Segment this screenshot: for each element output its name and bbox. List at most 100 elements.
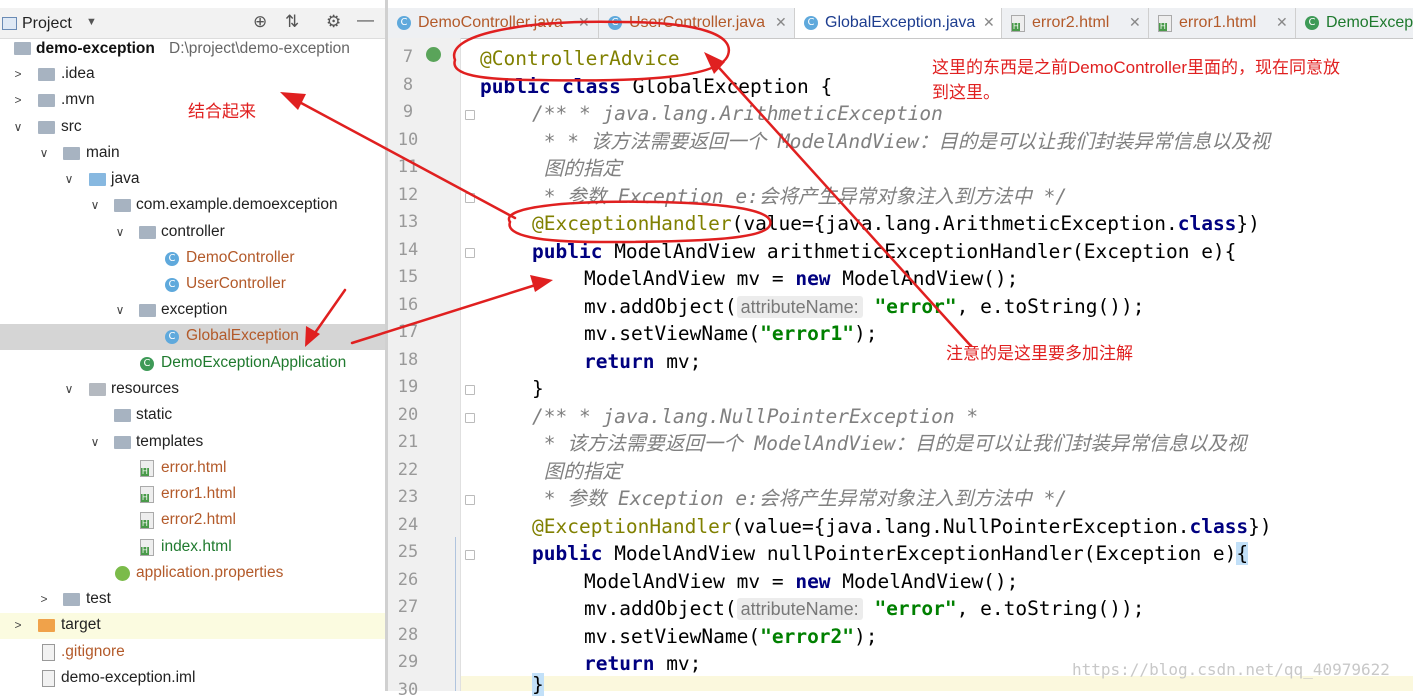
- tree-item-main[interactable]: ∨ main: [0, 141, 385, 167]
- folder-icon: [63, 593, 80, 606]
- tree-item-usercontroller[interactable]: C UserController: [0, 272, 385, 298]
- tree-item-label: com.example.demoexception: [136, 196, 338, 213]
- code-line-9: /** * java.lang.ArithmeticException: [532, 102, 943, 125]
- tree-item-templates[interactable]: ∨ templates: [0, 430, 385, 456]
- resources-folder-icon: [89, 383, 106, 396]
- chevron-down-icon[interactable]: ∨: [38, 146, 50, 160]
- tree-item-label: index.html: [161, 538, 232, 555]
- excluded-folder-icon: [38, 619, 55, 632]
- line-number: 18: [397, 350, 419, 370]
- gear-icon[interactable]: ⚙: [326, 12, 341, 32]
- tree-item-label: static: [136, 406, 173, 423]
- code-editor[interactable]: @ControllerAdvice public class GlobalExc…: [461, 38, 1413, 696]
- tab-label: GlobalException.java: [825, 14, 976, 31]
- folder-icon: [63, 147, 80, 160]
- spring-bean-gutter-icon[interactable]: [426, 47, 441, 62]
- html-file-icon: [1011, 15, 1025, 32]
- close-icon[interactable]: ✕: [775, 14, 787, 31]
- tree-item-gitignore[interactable]: .gitignore: [0, 640, 385, 666]
- chevron-right-icon[interactable]: >: [12, 618, 24, 632]
- locate-icon[interactable]: ⊕: [253, 12, 267, 32]
- code-line-19: }: [532, 377, 544, 400]
- tree-item-error2-html[interactable]: error2.html: [0, 508, 385, 534]
- package-icon: [114, 199, 131, 212]
- line-number: 15: [397, 267, 419, 287]
- tree-item-target[interactable]: > target: [0, 613, 385, 639]
- code-line-28: mv.setViewName("error2");: [584, 625, 878, 648]
- tree-item-label: test: [86, 590, 111, 607]
- close-icon[interactable]: ✕: [578, 14, 590, 31]
- close-icon[interactable]: ✕: [983, 14, 995, 31]
- code-line-11: 图的指定: [532, 157, 622, 180]
- tree-item-idea[interactable]: > .idea: [0, 62, 385, 88]
- chevron-down-icon[interactable]: ∨: [114, 303, 126, 317]
- tree-item-label: error1.html: [161, 485, 236, 502]
- dropdown-arrow-icon[interactable]: ▼: [86, 16, 97, 28]
- tree-item-iml[interactable]: demo-exception.iml: [0, 666, 385, 691]
- tree-item-error1-html[interactable]: error1.html: [0, 482, 385, 508]
- chevron-down-icon[interactable]: ∨: [89, 435, 101, 449]
- spring-boot-class-icon: C: [140, 357, 154, 371]
- tree-item-label: error2.html: [161, 511, 236, 528]
- folder-icon: [38, 121, 55, 134]
- tab-globalexception[interactable]: C GlobalException.java ✕: [795, 8, 1002, 38]
- chevron-down-icon[interactable]: ∨: [63, 382, 75, 396]
- html-file-icon: [140, 486, 154, 503]
- chevron-down-icon[interactable]: ∨: [12, 120, 24, 134]
- tree-item-demoexceptionapplication[interactable]: C DemoExceptionApplication: [0, 351, 385, 377]
- chevron-right-icon[interactable]: >: [12, 67, 24, 81]
- tree-item-label: controller: [161, 223, 225, 240]
- tree-item-resources[interactable]: ∨ resources: [0, 377, 385, 403]
- tree-item-controller[interactable]: ∨ controller: [0, 220, 385, 246]
- tree-item-test[interactable]: > test: [0, 587, 385, 613]
- line-number: 25: [397, 542, 419, 562]
- tree-item-label: target: [61, 616, 101, 633]
- html-file-icon: [140, 512, 154, 529]
- tree-item-application-properties[interactable]: application.properties: [0, 561, 385, 587]
- tab-error2-html[interactable]: error2.html ✕: [1002, 8, 1149, 38]
- code-line-25: public ModelAndView nullPointerException…: [532, 542, 1249, 565]
- line-number: 29: [397, 652, 419, 672]
- tree-item-label: src: [61, 118, 82, 135]
- chevron-right-icon[interactable]: >: [12, 93, 24, 107]
- tree-item-error-html[interactable]: error.html: [0, 456, 385, 482]
- tab-error1-html[interactable]: error1.html ✕: [1149, 8, 1296, 38]
- tree-item-java[interactable]: ∨ java: [0, 167, 385, 193]
- line-number: 10: [397, 130, 419, 150]
- tree-item-globalexception[interactable]: C GlobalException: [0, 324, 385, 350]
- module-folder-icon: [14, 42, 31, 55]
- chevron-down-icon[interactable]: ∨: [63, 172, 75, 186]
- tree-item-label: UserController: [186, 275, 286, 292]
- project-view-selector[interactable]: Project: [22, 15, 72, 33]
- line-number: 22: [397, 460, 419, 480]
- tree-item-label: main: [86, 144, 120, 161]
- tab-democontroller[interactable]: C DemoController.java ✕: [388, 8, 599, 38]
- tree-item-package[interactable]: ∨ com.example.demoexception: [0, 193, 385, 219]
- tab-label: error2.html: [1032, 14, 1110, 31]
- chevron-down-icon[interactable]: ∨: [89, 198, 101, 212]
- tab-usercontroller[interactable]: C UserController.java ✕: [599, 8, 795, 38]
- close-icon[interactable]: ✕: [1129, 14, 1141, 31]
- code-line-29: return mv;: [584, 652, 702, 675]
- collapse-icon[interactable]: ⇅: [285, 12, 299, 32]
- code-line-27: mv.addObject(attributeName: "error", e.t…: [584, 597, 1145, 620]
- root-label: demo-exception: [36, 40, 155, 57]
- source-folder-icon: [89, 173, 106, 186]
- close-icon[interactable]: ✕: [1276, 14, 1288, 31]
- code-line-24: @ExceptionHandler(value={java.lang.NullP…: [532, 515, 1272, 538]
- tree-item-index-html[interactable]: index.html: [0, 535, 385, 561]
- tree-item-label: DemoExceptionApplication: [161, 354, 347, 371]
- chevron-right-icon[interactable]: >: [38, 592, 50, 606]
- folder-icon: [114, 436, 131, 449]
- tab-demoexception[interactable]: C DemoExcept: [1296, 8, 1413, 38]
- tree-item-exception[interactable]: ∨ exception: [0, 298, 385, 324]
- hide-panel-icon[interactable]: —: [357, 10, 374, 30]
- chevron-down-icon[interactable]: ∨: [114, 225, 126, 239]
- parameter-hint: attributeName:: [736, 296, 863, 318]
- tree-item-root[interactable]: demo-exception D:\project\demo-exception: [0, 37, 385, 63]
- tree-item-label: resources: [111, 380, 180, 397]
- code-line-7: @ControllerAdvice: [480, 47, 680, 70]
- html-file-icon: [1158, 15, 1172, 32]
- tree-item-static[interactable]: static: [0, 403, 385, 429]
- tree-item-democontroller[interactable]: C DemoController: [0, 246, 385, 272]
